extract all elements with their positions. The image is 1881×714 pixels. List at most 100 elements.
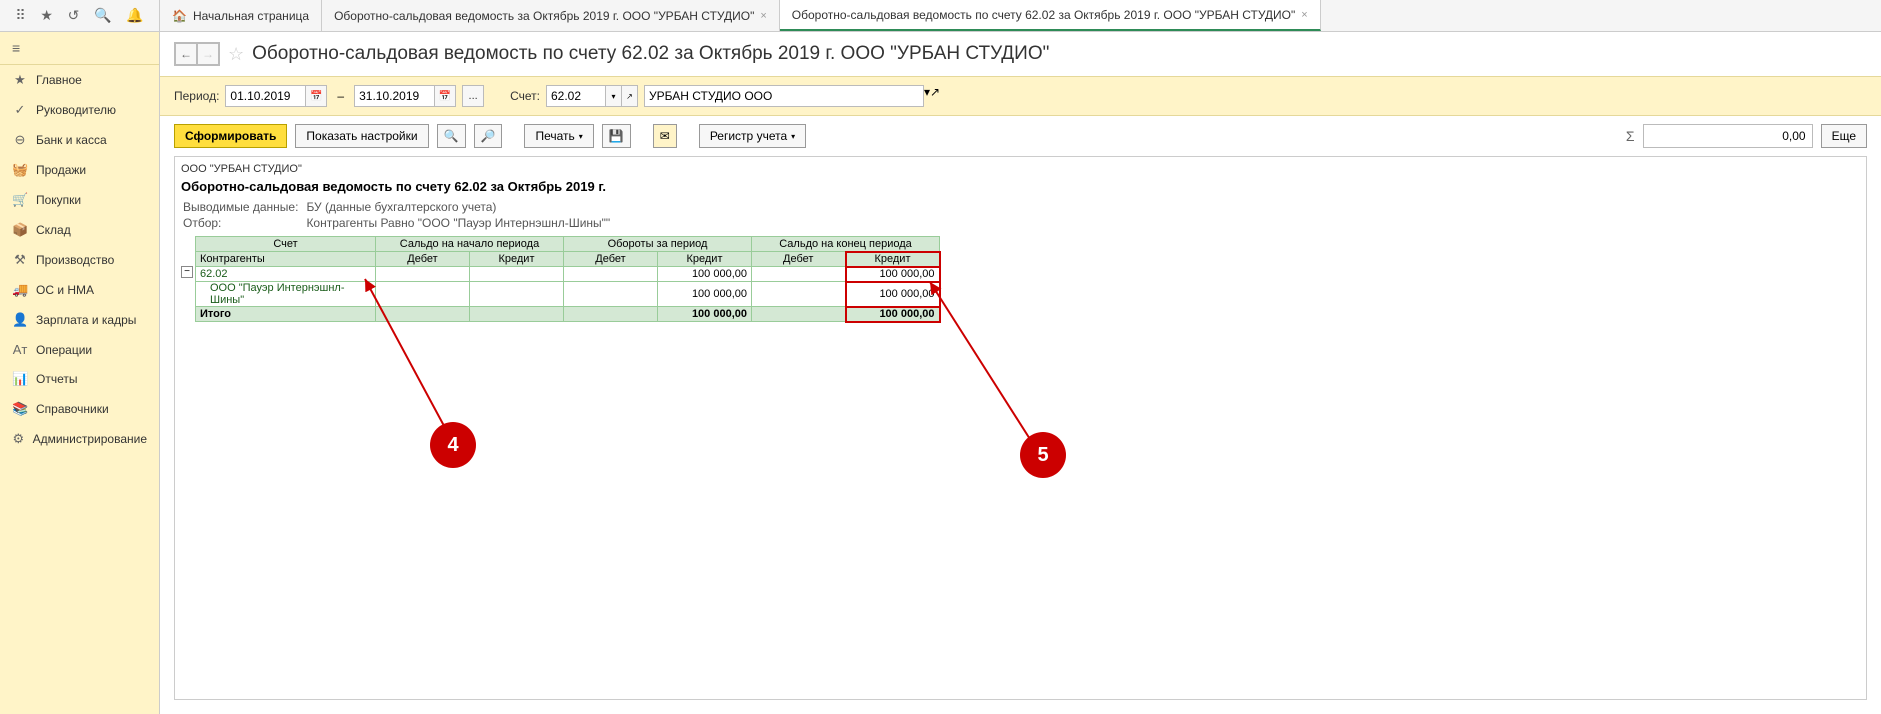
sidebar-icon: ★ bbox=[12, 72, 28, 88]
nav-back-button[interactable]: ← bbox=[175, 43, 197, 65]
tab-home[interactable]: 🏠 Начальная страница bbox=[160, 0, 322, 31]
calendar-icon[interactable]: 📅 bbox=[434, 85, 456, 107]
sidebar-icon: 🛒 bbox=[12, 192, 28, 208]
sidebar-item-12[interactable]: ⚙ Администрирование bbox=[0, 424, 159, 454]
topbar-icon-group: ⠿ ★ ↺ 🔍 🔔 bbox=[0, 0, 160, 31]
calendar-icon[interactable]: 📅 bbox=[305, 85, 327, 107]
sidebar-item-label: ОС и НМА bbox=[36, 283, 94, 297]
menu-toggle-icon[interactable]: ≡ bbox=[0, 32, 159, 65]
tab-label: Оборотно-сальдовая ведомость за Октябрь … bbox=[334, 9, 754, 23]
report-area: ООО "УРБАН СТУДИО" Оборотно-сальдовая ве… bbox=[174, 156, 1867, 700]
close-icon[interactable]: × bbox=[1301, 9, 1307, 21]
sidebar-item-8[interactable]: 👤 Зарплата и кадры bbox=[0, 305, 159, 335]
period-label: Период: bbox=[174, 89, 219, 103]
sidebar-item-label: Отчеты bbox=[36, 372, 77, 386]
sidebar-item-label: Продажи bbox=[36, 163, 86, 177]
account-label: Счет: bbox=[510, 89, 540, 103]
save-button[interactable]: 💾 bbox=[602, 124, 631, 148]
apps-icon[interactable]: ⠿ bbox=[15, 7, 25, 24]
sidebar-item-3[interactable]: 🧺 Продажи bbox=[0, 155, 159, 185]
report-company: ООО "УРБАН СТУДИО" bbox=[181, 161, 1860, 177]
sidebar-item-7[interactable]: 🚚 ОС и НМА bbox=[0, 275, 159, 305]
range-dash: – bbox=[337, 89, 344, 103]
sidebar-icon: 🧺 bbox=[12, 162, 28, 178]
toolbar: Сформировать Показать настройки 🔍 🔎 Печа… bbox=[160, 116, 1881, 156]
register-button[interactable]: Регистр учета ▾ bbox=[699, 124, 806, 148]
show-settings-button[interactable]: Показать настройки bbox=[295, 124, 428, 148]
tab-label: Начальная страница bbox=[193, 9, 309, 23]
date-to-input[interactable] bbox=[354, 85, 434, 107]
report-table: Счет Сальдо на начало периода Обороты за… bbox=[195, 236, 941, 323]
sidebar-item-label: Производство bbox=[36, 253, 114, 267]
sidebar-item-2[interactable]: ⊖ Банк и касса bbox=[0, 125, 159, 155]
sidebar-icon: ⊖ bbox=[12, 132, 28, 148]
sidebar-item-4[interactable]: 🛒 Покупки bbox=[0, 185, 159, 215]
account-input[interactable] bbox=[546, 85, 606, 107]
sidebar-icon: 🚚 bbox=[12, 282, 28, 298]
sidebar-item-10[interactable]: 📊 Отчеты bbox=[0, 364, 159, 394]
topbar: ⠿ ★ ↺ 🔍 🔔 🏠 Начальная страница Оборотно-… bbox=[0, 0, 1881, 32]
tabs: 🏠 Начальная страница Оборотно-сальдовая … bbox=[160, 0, 1321, 31]
sidebar-icon: 📊 bbox=[12, 371, 28, 387]
filter-bar: Период: 📅 – 📅 ... Счет: ▾ ↗ ▾ ↗ bbox=[160, 76, 1881, 116]
annotation-5: 5 bbox=[1020, 432, 1066, 478]
col-start: Сальдо на начало периода bbox=[376, 237, 564, 252]
sidebar-icon: 👤 bbox=[12, 312, 28, 328]
star-icon[interactable]: ★ bbox=[40, 7, 53, 24]
tree-collapse-icon[interactable]: − bbox=[181, 266, 193, 278]
sidebar-item-label: Банк и касса bbox=[36, 133, 107, 147]
close-icon[interactable]: × bbox=[760, 10, 766, 22]
sidebar-icon: Aᴛ bbox=[12, 342, 28, 357]
report-title: Оборотно-сальдовая ведомость по счету 62… bbox=[181, 177, 1860, 198]
sidebar-item-5[interactable]: 📦Склад bbox=[0, 215, 159, 245]
org-input[interactable] bbox=[644, 85, 924, 107]
tab-label: Оборотно-сальдовая ведомость по счету 62… bbox=[792, 8, 1296, 22]
find-replace-button[interactable]: 🔎 bbox=[474, 124, 503, 148]
bell-icon[interactable]: 🔔 bbox=[126, 7, 143, 24]
page-title: Оборотно-сальдовая ведомость по счету 62… bbox=[252, 43, 1049, 65]
col-end: Сальдо на конец периода bbox=[752, 237, 940, 252]
email-button[interactable]: ✉ bbox=[653, 124, 677, 148]
account-dropdown-icon[interactable]: ▾ bbox=[606, 85, 622, 107]
tab-osvt-account-active[interactable]: Оборотно-сальдовая ведомость по счету 62… bbox=[780, 0, 1321, 31]
sidebar-item-label: Зарплата и кадры bbox=[36, 313, 136, 327]
sidebar-item-label: Операции bbox=[36, 343, 92, 357]
favorite-star-icon[interactable]: ☆ bbox=[228, 44, 244, 65]
account-open-icon[interactable]: ↗ bbox=[622, 85, 638, 107]
sidebar-item-label: Руководителю bbox=[36, 103, 116, 117]
sidebar-item-label: Администрирование bbox=[33, 432, 147, 446]
sidebar: ≡ ★ Главное ✓Руководителю ⊖ Банк и касса 🧺 Про… bbox=[0, 32, 160, 714]
sidebar-item-9[interactable]: Aᴛ Операции bbox=[0, 335, 159, 364]
sidebar-item-0[interactable]: ★ Главное bbox=[0, 65, 159, 95]
print-button[interactable]: Печать ▾ bbox=[524, 124, 593, 148]
sum-output: 0,00 bbox=[1643, 124, 1813, 148]
table-row[interactable]: ООО "Пауэр Интернэшнл-Шины" 100 000,00 1… bbox=[196, 282, 940, 307]
col-account: Счет bbox=[196, 237, 376, 252]
nav-forward-button[interactable]: → bbox=[197, 43, 219, 65]
more-button[interactable]: Еще bbox=[1821, 124, 1867, 148]
search-icon[interactable]: 🔍 bbox=[94, 7, 111, 24]
sidebar-item-label: Склад bbox=[36, 223, 71, 237]
home-icon: 🏠 bbox=[172, 9, 187, 23]
sidebar-item-label: Справочники bbox=[36, 402, 109, 416]
generate-button[interactable]: Сформировать bbox=[174, 124, 287, 148]
sidebar-icon: ⚙ bbox=[12, 431, 25, 447]
sidebar-item-label: Главное bbox=[36, 73, 82, 87]
report-meta: Выводимые данные:БУ (данные бухгалтерско… bbox=[181, 198, 612, 232]
find-button[interactable]: 🔍 bbox=[437, 124, 466, 148]
sidebar-item-6[interactable]: ⚒ Производство bbox=[0, 245, 159, 275]
history-icon[interactable]: ↺ bbox=[68, 7, 80, 24]
sidebar-item-11[interactable]: 📚Справочники bbox=[0, 394, 159, 424]
titlebar: ← → ☆ Оборотно-сальдовая ведомость по сч… bbox=[160, 32, 1881, 76]
org-open-icon[interactable]: ↗ bbox=[930, 85, 940, 107]
col-turn: Обороты за период bbox=[564, 237, 752, 252]
period-picker-button[interactable]: ... bbox=[462, 85, 484, 107]
date-from-input[interactable] bbox=[225, 85, 305, 107]
sidebar-item-1[interactable]: ✓Руководителю bbox=[0, 95, 159, 125]
annotation-4: 4 bbox=[430, 422, 476, 468]
table-row[interactable]: 62.02 100 000,00 100 000,00 bbox=[196, 267, 940, 282]
sidebar-icon: ⚒ bbox=[12, 252, 28, 268]
tab-osvt[interactable]: Оборотно-сальдовая ведомость за Октябрь … bbox=[322, 0, 780, 31]
table-total-row: Итого 100 000,00 100 000,00 bbox=[196, 307, 940, 322]
sidebar-item-label: Покупки bbox=[36, 193, 81, 207]
